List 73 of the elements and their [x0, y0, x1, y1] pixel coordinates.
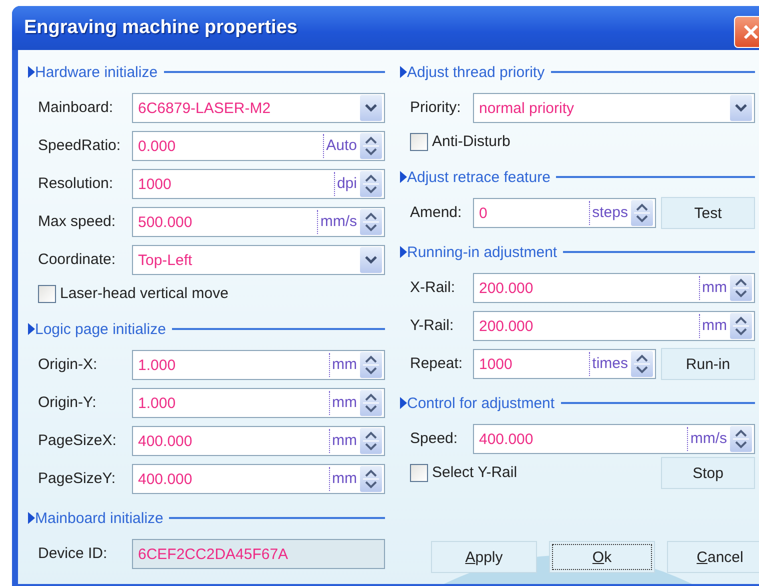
field-label: Max speed:	[38, 212, 117, 232]
spin-field[interactable]: 1.000 mm	[132, 350, 385, 380]
field-label: X-Rail:	[410, 278, 456, 298]
triangle-icon	[28, 323, 35, 335]
spinner-icon[interactable]	[360, 352, 382, 378]
spin-field[interactable]: 1000 times	[473, 349, 656, 379]
spin-field[interactable]: 0.000 Auto	[132, 131, 385, 161]
action-button[interactable]: Test	[661, 197, 755, 229]
spinner-icon[interactable]	[360, 428, 382, 454]
field-label: Resolution:	[38, 174, 114, 194]
spin-field[interactable]: 400.000 mm	[132, 464, 385, 494]
spin-field[interactable]: 1000 dpi	[132, 169, 385, 199]
field-label: Speed:	[410, 429, 459, 449]
spin-field[interactable]: 200.000 mm	[473, 273, 755, 303]
field-label: Priority:	[410, 98, 462, 118]
spinner-icon[interactable]	[360, 133, 382, 159]
checkbox[interactable]: Laser-head vertical move	[38, 282, 228, 306]
close-icon	[742, 23, 759, 41]
spinner-icon[interactable]	[730, 313, 752, 339]
chevron-down-icon	[364, 103, 378, 113]
window-title: Engraving machine properties	[24, 17, 298, 39]
section-title: Control for adjustment	[407, 394, 555, 412]
spinner-icon[interactable]	[360, 209, 382, 235]
checkbox[interactable]: Select Y-Rail	[410, 461, 518, 485]
spinner-icon[interactable]	[360, 171, 382, 197]
dialog-button[interactable]: Apply	[431, 541, 537, 573]
chevron-down-icon	[364, 255, 378, 265]
field-label: Coordinate:	[38, 250, 117, 270]
spin-field[interactable]: 400.000 mm	[132, 426, 385, 456]
field-label: Origin-X:	[38, 355, 98, 375]
spin-field[interactable]: 0 steps	[473, 198, 656, 228]
field-label: PageSizeY:	[38, 469, 117, 489]
action-button[interactable]: Stop	[661, 457, 755, 489]
field-label: Origin-Y:	[38, 393, 98, 413]
spin-field[interactable]: 1.000 mm	[132, 388, 385, 418]
field-label: Repeat:	[410, 354, 464, 374]
field-label: Mainboard:	[38, 98, 114, 118]
field-label: SpeedRatio:	[38, 136, 122, 156]
section-title: Hardware initialize	[35, 64, 158, 80]
spinner-icon[interactable]	[730, 426, 752, 452]
spin-field[interactable]: 500.000 mm/s	[132, 207, 385, 237]
spinner-icon[interactable]	[631, 351, 653, 377]
spinner-icon[interactable]	[631, 200, 653, 226]
triangle-icon	[400, 397, 407, 409]
field-label: Device ID:	[38, 544, 108, 564]
dialog-button[interactable]: Cancel	[667, 541, 759, 573]
chevron-down-icon	[734, 103, 748, 113]
section-title: Adjust retrace feature	[407, 168, 550, 186]
spin-field[interactable]: 200.000 mm	[473, 311, 755, 341]
dropdown-field[interactable]: normal priority	[473, 93, 755, 123]
dropdown-field[interactable]: 6C6879-LASER-M2	[132, 93, 385, 123]
triangle-icon	[400, 246, 407, 258]
dropdown-field[interactable]: Top-Left	[132, 245, 385, 275]
readonly-field: 6CEF2CC2DA45F67A	[132, 539, 385, 569]
checkbox[interactable]: Anti-Disturb	[410, 130, 510, 154]
section-title: Adjust thread priority	[407, 64, 545, 80]
spinner-icon[interactable]	[360, 466, 382, 492]
dialog-button[interactable]: Ok	[549, 541, 655, 573]
action-button[interactable]: Run-in	[661, 348, 755, 380]
spin-field[interactable]: 400.000 mm/s	[473, 424, 755, 454]
field-label: Amend:	[410, 203, 463, 223]
section-title: Running-in adjustment	[407, 244, 558, 260]
field-label: Y-Rail:	[410, 316, 455, 336]
spinner-icon[interactable]	[730, 275, 752, 301]
close-button[interactable]	[734, 16, 759, 48]
triangle-icon	[28, 66, 35, 78]
spinner-icon[interactable]	[360, 390, 382, 416]
triangle-icon	[400, 66, 407, 78]
field-label: PageSizeX:	[38, 431, 118, 451]
section-title: Mainboard initialize	[35, 510, 164, 526]
section-title: Logic page initialize	[35, 320, 166, 338]
triangle-icon	[400, 171, 407, 183]
triangle-icon	[28, 512, 35, 524]
